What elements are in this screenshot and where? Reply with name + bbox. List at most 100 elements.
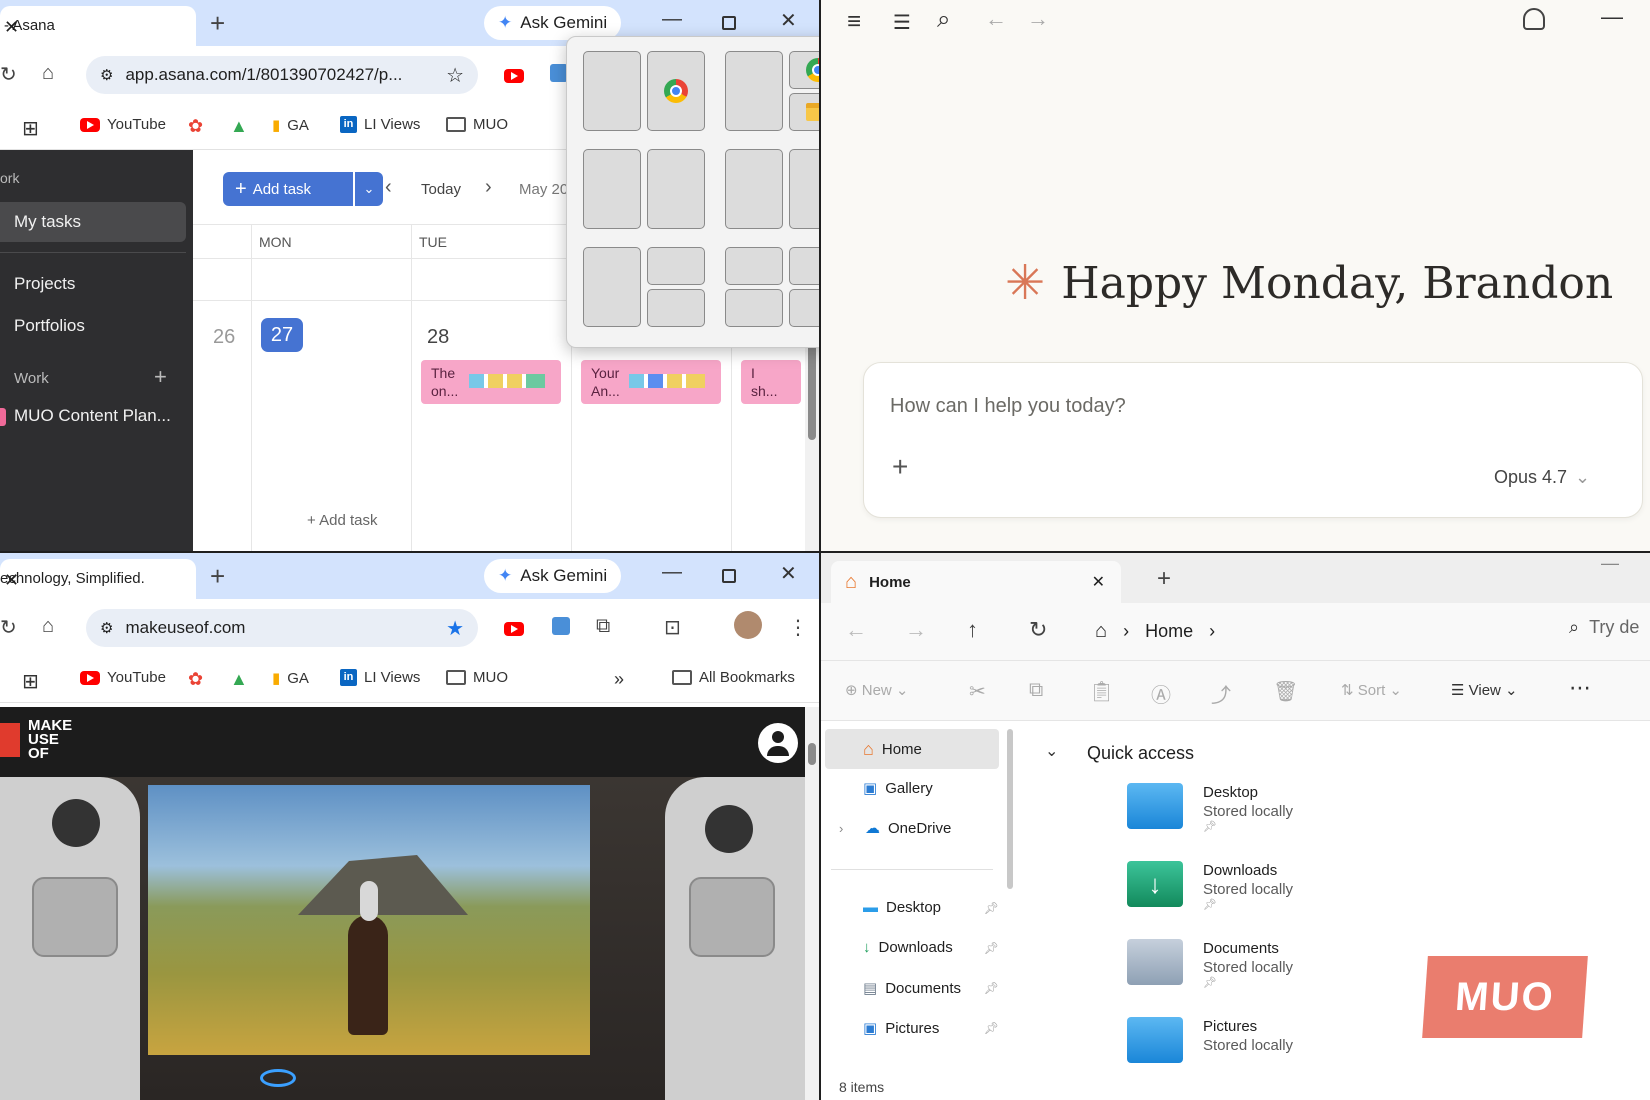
extensions-puzzle-icon[interactable]: ⧉ xyxy=(596,615,610,638)
snap-zone[interactable] xyxy=(647,51,705,131)
snap-zone[interactable] xyxy=(725,149,783,229)
drive-icon[interactable]: ▲ xyxy=(230,116,248,137)
chat-input[interactable]: How can I help you today? xyxy=(890,395,1126,418)
maximize-icon[interactable] xyxy=(722,16,736,30)
refresh-icon[interactable]: ↻ xyxy=(1029,617,1047,643)
snap-zone[interactable] xyxy=(647,289,705,327)
bookmark-youtube[interactable]: YouTube xyxy=(80,116,166,133)
quick-access-item[interactable]: ↓ Downloads Stored locally 📌︎ xyxy=(1127,861,1293,911)
bookmark-li-views[interactable]: in LI Views xyxy=(340,116,420,133)
tab-home[interactable]: ⌂ Home ✕ xyxy=(831,561,1121,603)
youtube-extension-icon[interactable] xyxy=(504,619,524,642)
menu-icon[interactable]: ≡ xyxy=(847,8,861,36)
home-icon[interactable]: ⌂ xyxy=(42,615,54,638)
quick-access-item[interactable]: Desktop Stored locally 📌︎ xyxy=(1127,783,1293,833)
close-tab-icon[interactable]: ✕ xyxy=(4,17,182,38)
sidebar-item-my-tasks[interactable]: My tasks xyxy=(0,202,186,242)
sidebar-project-muo[interactable]: MUO Content Plan... xyxy=(14,406,171,426)
bookmark-star-icon[interactable]: ☆ xyxy=(446,63,464,88)
close-tab-icon[interactable]: ✕ xyxy=(1092,572,1105,592)
sidebar-item-projects[interactable]: Projects xyxy=(14,274,75,294)
minimize-icon[interactable]: — xyxy=(662,561,682,584)
bookmark-muo[interactable]: MUO xyxy=(446,116,508,133)
nav-item-documents[interactable]: ▤ Documents 📌︎ xyxy=(863,979,999,998)
snap-zone[interactable] xyxy=(789,149,819,229)
scrollbar-thumb[interactable] xyxy=(808,743,816,765)
ask-gemini-button[interactable]: ✦ Ask Gemini xyxy=(484,6,622,40)
drive-icon[interactable]: ▲ xyxy=(230,669,248,690)
nav-item-gallery[interactable]: ▣ Gallery xyxy=(863,779,933,798)
sidebar-item-portfolios[interactable]: Portfolios xyxy=(14,316,85,336)
scrollbar[interactable] xyxy=(805,707,819,1100)
view-button[interactable]: ☰ View ⌄ xyxy=(1451,681,1518,699)
home-icon[interactable]: ⌂ xyxy=(42,62,54,85)
photos-icon[interactable]: ✿ xyxy=(188,116,203,137)
snap-zone[interactable] xyxy=(725,51,783,131)
nav-item-downloads[interactable]: ↓ Downloads 📌︎ xyxy=(863,939,999,956)
extension-icon[interactable] xyxy=(552,617,570,635)
today-button[interactable]: Today xyxy=(421,181,461,198)
bookmark-star-icon[interactable]: ★ xyxy=(446,616,464,641)
forward-arrow-icon[interactable]: → xyxy=(905,617,927,643)
add-task-dropdown-icon[interactable]: ⌄ xyxy=(355,172,383,206)
up-arrow-icon[interactable]: ↑ xyxy=(967,617,978,643)
new-tab-icon[interactable]: + xyxy=(210,561,225,592)
address-bar[interactable]: ⚙ makeuseof.com ★ xyxy=(86,609,478,647)
chevron-down-icon[interactable]: ⌄ xyxy=(1045,741,1058,761)
back-arrow-icon[interactable]: ← xyxy=(985,6,1007,32)
previous-week-icon[interactable]: ‹ xyxy=(385,176,392,199)
snap-zone[interactable] xyxy=(789,51,819,89)
apps-grid-icon[interactable]: ⊞ xyxy=(22,116,39,141)
close-tab-icon[interactable]: ✕ xyxy=(4,570,182,591)
add-task-button[interactable]: + Add task xyxy=(223,172,353,206)
bookmark-li-views[interactable]: in LI Views xyxy=(340,669,420,686)
youtube-extension-icon[interactable] xyxy=(504,66,524,89)
minimize-icon[interactable]: — xyxy=(662,8,682,31)
task-card[interactable]: Your An... xyxy=(581,360,721,404)
task-card[interactable]: Ish... xyxy=(741,360,801,404)
snap-zone[interactable] xyxy=(583,149,641,229)
breadcrumb[interactable]: ⌂ › Home › xyxy=(1083,611,1503,651)
photos-icon[interactable]: ✿ xyxy=(188,669,203,690)
site-settings-icon[interactable]: ⚙ xyxy=(100,66,113,84)
address-bar[interactable]: ⚙ app.asana.com/1/801390702427/p... ☆ xyxy=(86,56,478,94)
tab-search-icon[interactable]: ⊡ xyxy=(664,615,681,640)
snap-zone[interactable] xyxy=(789,247,819,285)
quick-access-item[interactable]: Documents Stored locally 📌︎ xyxy=(1127,939,1293,989)
add-team-icon[interactable]: + xyxy=(154,364,167,390)
share-icon[interactable]: ⤴ xyxy=(1211,679,1231,708)
next-week-icon[interactable]: › xyxy=(485,176,492,199)
snap-zone[interactable] xyxy=(725,247,783,285)
all-bookmarks-button[interactable]: All Bookmarks xyxy=(672,669,795,686)
avatar[interactable] xyxy=(734,611,762,639)
nav-item-pictures[interactable]: ▣ Pictures 📌︎ xyxy=(863,1019,999,1038)
ghost-icon[interactable] xyxy=(1523,8,1545,30)
site-logo[interactable]: MAKE USE OF xyxy=(28,718,72,761)
maximize-icon[interactable] xyxy=(722,569,736,583)
reload-icon[interactable]: ↻ xyxy=(0,615,17,640)
more-menu-icon[interactable]: ⋮ xyxy=(788,615,808,640)
back-arrow-icon[interactable]: ← xyxy=(845,617,867,643)
add-task-inline-button[interactable]: + Add task xyxy=(307,512,377,529)
bookmark-ga[interactable]: ▮ GA xyxy=(272,116,309,135)
nav-scrollbar[interactable] xyxy=(1007,729,1013,889)
snap-zone[interactable] xyxy=(725,289,783,327)
close-window-icon[interactable]: ✕ xyxy=(780,561,797,586)
nav-item-onedrive[interactable]: › ☁ OneDrive xyxy=(839,819,951,838)
date-27-today[interactable]: 27 xyxy=(261,318,303,352)
snap-zone[interactable] xyxy=(789,93,819,131)
ask-gemini-button[interactable]: ✦ Ask Gemini xyxy=(484,559,622,593)
account-icon[interactable] xyxy=(758,723,798,763)
copy-icon[interactable]: ⧉ xyxy=(1029,679,1043,702)
snap-zone[interactable] xyxy=(583,51,641,131)
quick-access-item[interactable]: Pictures Stored locally xyxy=(1127,1017,1293,1063)
snap-zone[interactable] xyxy=(647,149,705,229)
rename-icon[interactable]: Ⓐ xyxy=(1151,679,1171,708)
delete-icon[interactable]: 🗑︎ xyxy=(1273,679,1298,704)
snap-zone[interactable] xyxy=(647,247,705,285)
sort-button[interactable]: ⇅ Sort ⌄ xyxy=(1341,681,1402,699)
new-tab-icon[interactable]: + xyxy=(1157,565,1171,593)
add-attachment-icon[interactable]: + xyxy=(892,451,908,483)
cut-icon[interactable]: ✂ xyxy=(969,679,986,704)
model-selector[interactable]: Opus 4.7 ⌄ xyxy=(1494,467,1590,488)
